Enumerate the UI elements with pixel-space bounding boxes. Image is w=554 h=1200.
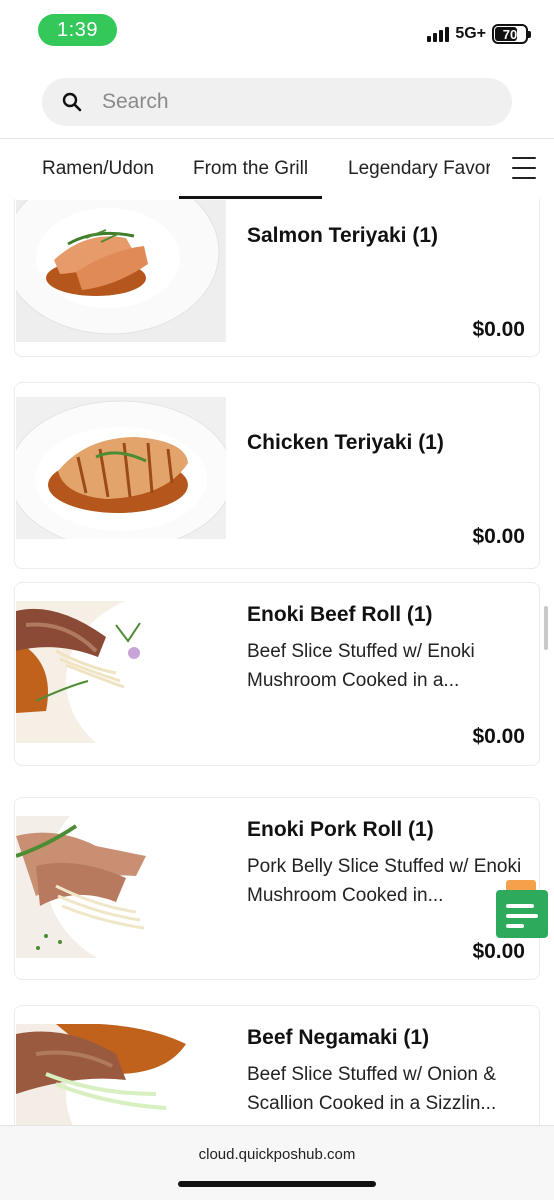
category-tabs: Ramen/Udon From the Grill Legendary Favo… (0, 139, 554, 199)
tab-ramen-udon[interactable]: Ramen/Udon (42, 139, 154, 199)
scroll-indicator[interactable] (544, 606, 548, 650)
tab-legendary-favorites[interactable]: Legendary Favorites (348, 139, 490, 199)
menu-item-card[interactable]: Chicken Teriyaki (1) $0.00 (14, 382, 540, 569)
battery-icon: 70 (492, 24, 531, 44)
item-name: Enoki Beef Roll (1) (247, 603, 433, 626)
search-bar[interactable] (42, 78, 512, 126)
menu-item-card[interactable]: Salmon Teriyaki (1) $0.00 (14, 199, 540, 357)
signal-icon (427, 26, 450, 42)
url-text[interactable]: cloud.quickposhub.com (0, 1146, 554, 1163)
search-input[interactable] (102, 90, 482, 114)
tab-clip: Legendary Favorites (348, 139, 490, 199)
item-name: Chicken Teriyaki (1) (247, 431, 444, 454)
item-description: Beef Slice Stuffed w/ Enoki Mushroom Coo… (247, 641, 475, 691)
item-price: $0.00 (472, 940, 525, 963)
category-menu-icon[interactable] (512, 157, 536, 179)
item-price: $0.00 (472, 318, 525, 341)
home-indicator[interactable] (178, 1181, 376, 1187)
item-name: Beef Negamaki (1) (247, 1026, 430, 1049)
item-photo-beef-negamaki (16, 1024, 226, 1125)
item-photo-chicken-teriyaki (16, 397, 226, 539)
menu-item-card[interactable]: Beef Negamaki (1) Beef Slice Stuffed w/ … (14, 1005, 540, 1125)
battery-level: 70 (502, 26, 518, 42)
item-name: Salmon Teriyaki (1) (247, 224, 439, 247)
item-description: Beef Slice Stuffed w/ Onion & Scallion C… (247, 1064, 497, 1114)
tab-from-the-grill[interactable]: From the Grill (178, 139, 323, 199)
item-photo-enoki-beef-roll (16, 601, 226, 743)
order-list-icon (496, 890, 548, 938)
item-name: Enoki Pork Roll (1) (247, 818, 434, 841)
item-description: Pork Belly Slice Stuffed w/ Enoki Mushro… (247, 856, 522, 906)
item-price: $0.00 (472, 725, 525, 748)
menu-item-list: Salmon Teriyaki (1) $0.00 Chicken Teriya… (0, 199, 554, 1125)
menu-item-card[interactable]: Enoki Pork Roll (1) Pork Belly Slice Stu… (14, 797, 540, 980)
status-indicators: 5G+ 70 (427, 24, 531, 44)
search-icon (42, 92, 102, 112)
menu-item-card[interactable]: Enoki Beef Roll (1) Beef Slice Stuffed w… (14, 582, 540, 766)
item-photo-enoki-pork-roll (16, 816, 226, 958)
status-time: 1:39 (38, 14, 117, 46)
network-type: 5G+ (455, 25, 486, 42)
order-list-button[interactable] (496, 880, 548, 938)
item-photo-salmon-teriyaki (16, 200, 226, 342)
browser-url-bar[interactable]: cloud.quickposhub.com (0, 1125, 554, 1200)
item-price: $0.00 (472, 525, 525, 548)
status-bar: 1:39 5G+ 70 (0, 0, 554, 62)
